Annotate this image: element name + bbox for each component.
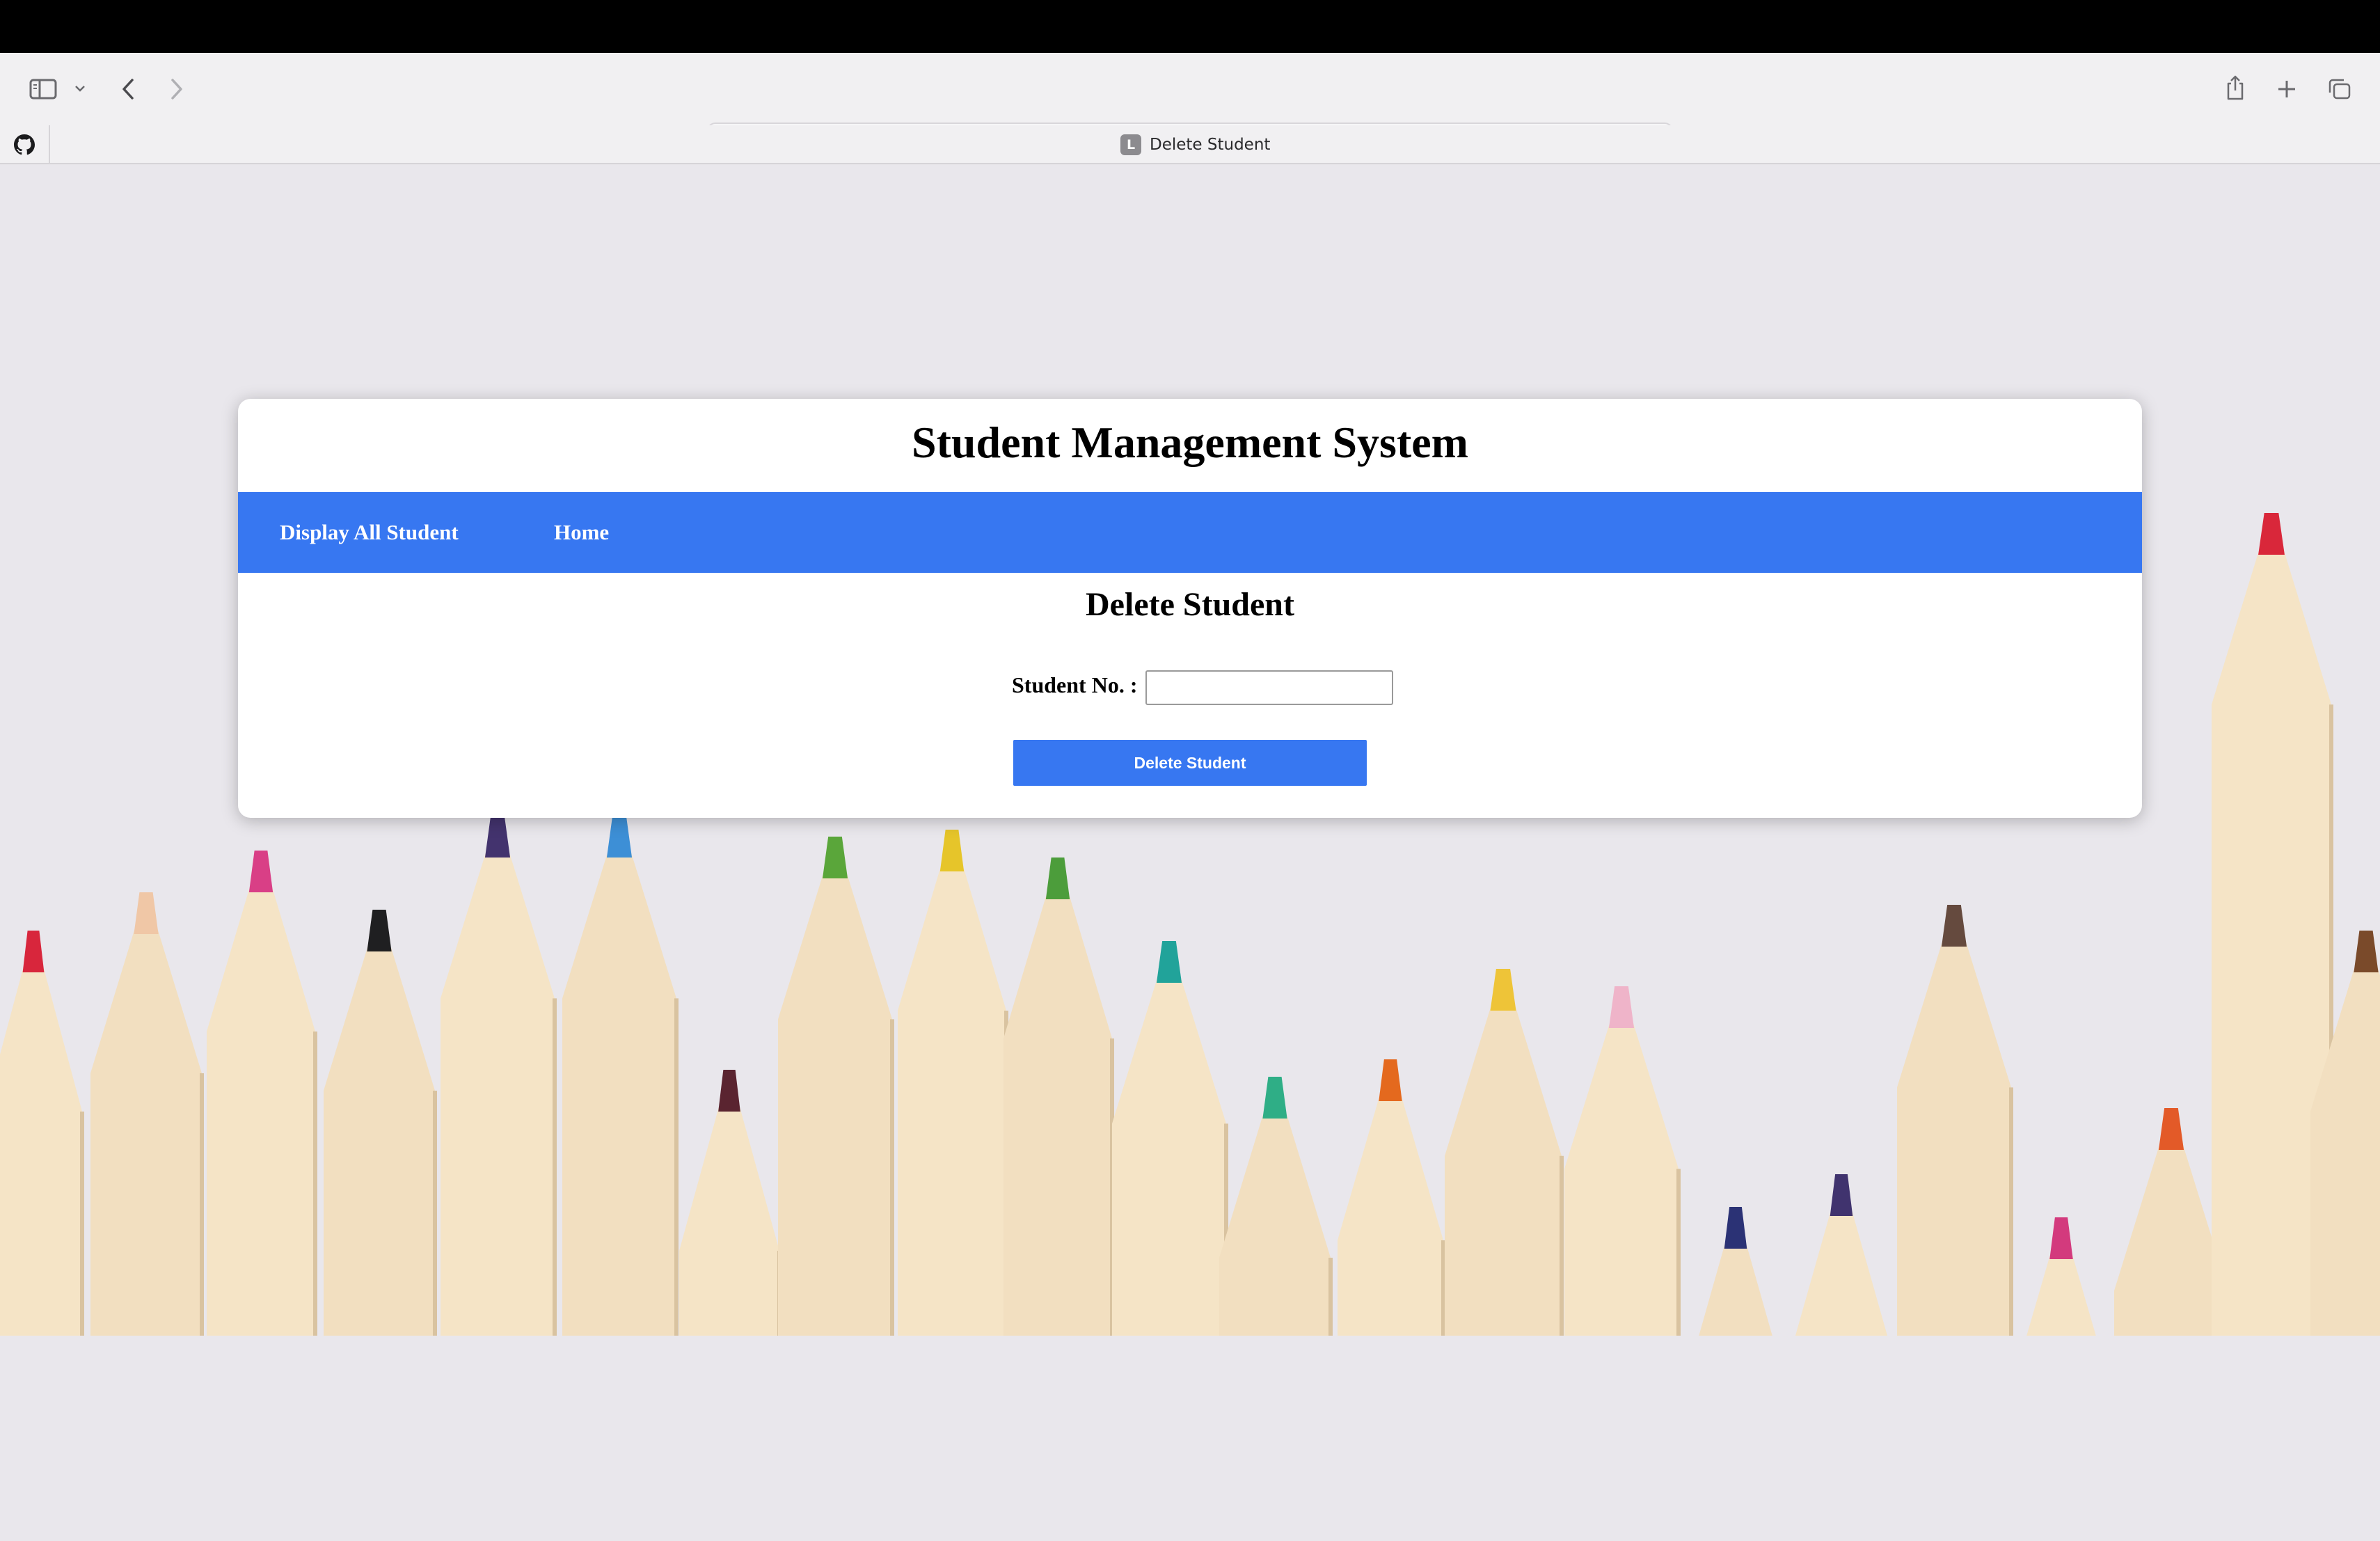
pencil-body [679, 1102, 779, 1336]
pinned-tab[interactable] [0, 125, 50, 164]
sidebar-toggle-button[interactable] [26, 72, 60, 106]
pencil-body [90, 924, 202, 1336]
plus-icon [2278, 81, 2295, 97]
student-no-row: Student No. : [1012, 670, 1394, 705]
share-button[interactable] [2219, 70, 2252, 106]
pencil-lead [2158, 1108, 2184, 1150]
app-title: Student Management System [912, 418, 1468, 467]
pencil-lead [1941, 905, 1967, 947]
pencil-lead [2049, 1217, 2073, 1259]
pencil-lead [2354, 931, 2379, 972]
pencil-body [898, 862, 1006, 1336]
pencil-body [1219, 1109, 1331, 1336]
new-tab-button[interactable] [2270, 72, 2303, 106]
pencil-lead [1830, 1174, 1853, 1216]
pencil-lead [22, 931, 45, 972]
pencil-lead [822, 837, 848, 878]
tab-overview-button[interactable] [2322, 72, 2358, 106]
pencil-lead [1156, 941, 1182, 983]
pencil-body [2114, 1140, 2228, 1336]
tab-favicon: L [1120, 134, 1141, 155]
pencil-lead [1045, 858, 1070, 899]
pencil-lead [1490, 969, 1516, 1011]
chevron-left-icon [122, 79, 134, 100]
chevron-down-icon [75, 86, 85, 92]
pencil-body [207, 883, 315, 1336]
tabs-icon [2329, 79, 2351, 100]
page-viewport: Student Management System Display All St… [0, 165, 2380, 1541]
delete-student-button[interactable]: Delete Student [1013, 740, 1367, 786]
pencil-lead [1724, 1207, 1747, 1249]
pencil-body [441, 848, 555, 1336]
chevron-right-icon [171, 79, 182, 100]
pencil-lead [1379, 1059, 1402, 1101]
app-card: Student Management System Display All St… [238, 399, 2142, 818]
nav-display-all-student[interactable]: Display All Student [280, 492, 459, 573]
nav-home[interactable]: Home [554, 492, 609, 573]
student-no-input[interactable] [1145, 670, 1394, 705]
tab-title: Delete Student [1150, 136, 1271, 154]
pencil-body [1338, 1091, 1443, 1336]
pencil-body [1564, 1018, 1679, 1336]
browser-toolbar: localhost [0, 53, 2380, 161]
pencil-lead [248, 851, 273, 892]
pencil-body [1445, 1001, 1562, 1336]
pencil-body [1112, 973, 1226, 1336]
sidebar-icon [29, 79, 57, 100]
pencil-lead [939, 830, 965, 871]
pencil-lead [2258, 513, 2285, 555]
pencil-body [2008, 1249, 2114, 1336]
pencil-body [324, 942, 435, 1336]
pencil-body [1790, 1206, 1893, 1336]
pencil-body [1897, 937, 2011, 1336]
back-button[interactable] [111, 72, 145, 106]
tab-delete-student[interactable]: L Delete Student [1120, 132, 1270, 157]
share-icon [2227, 75, 2244, 100]
pencil-lead [1608, 986, 1635, 1028]
navbar: Display All Student Home [238, 492, 2142, 573]
pencil-lead [1262, 1077, 1287, 1119]
pencil-lead [484, 816, 511, 858]
pencil-body [0, 963, 82, 1336]
pencil-lead [134, 892, 159, 934]
menu-bar-strip [0, 0, 2380, 53]
pencil-body [1003, 890, 1112, 1336]
sidebar-menu-button[interactable] [70, 78, 90, 99]
page-heading: Delete Student [1086, 586, 1294, 623]
pencil-lead [606, 816, 633, 858]
forward-button[interactable] [160, 72, 193, 106]
pencil-lead [718, 1070, 740, 1112]
pencil-body [1684, 1239, 1787, 1336]
github-icon [14, 134, 35, 155]
pencil-body [778, 869, 892, 1336]
pencil-body [562, 848, 676, 1336]
student-no-label: Student No. : [1012, 672, 1138, 697]
pencil-lead [367, 910, 392, 951]
